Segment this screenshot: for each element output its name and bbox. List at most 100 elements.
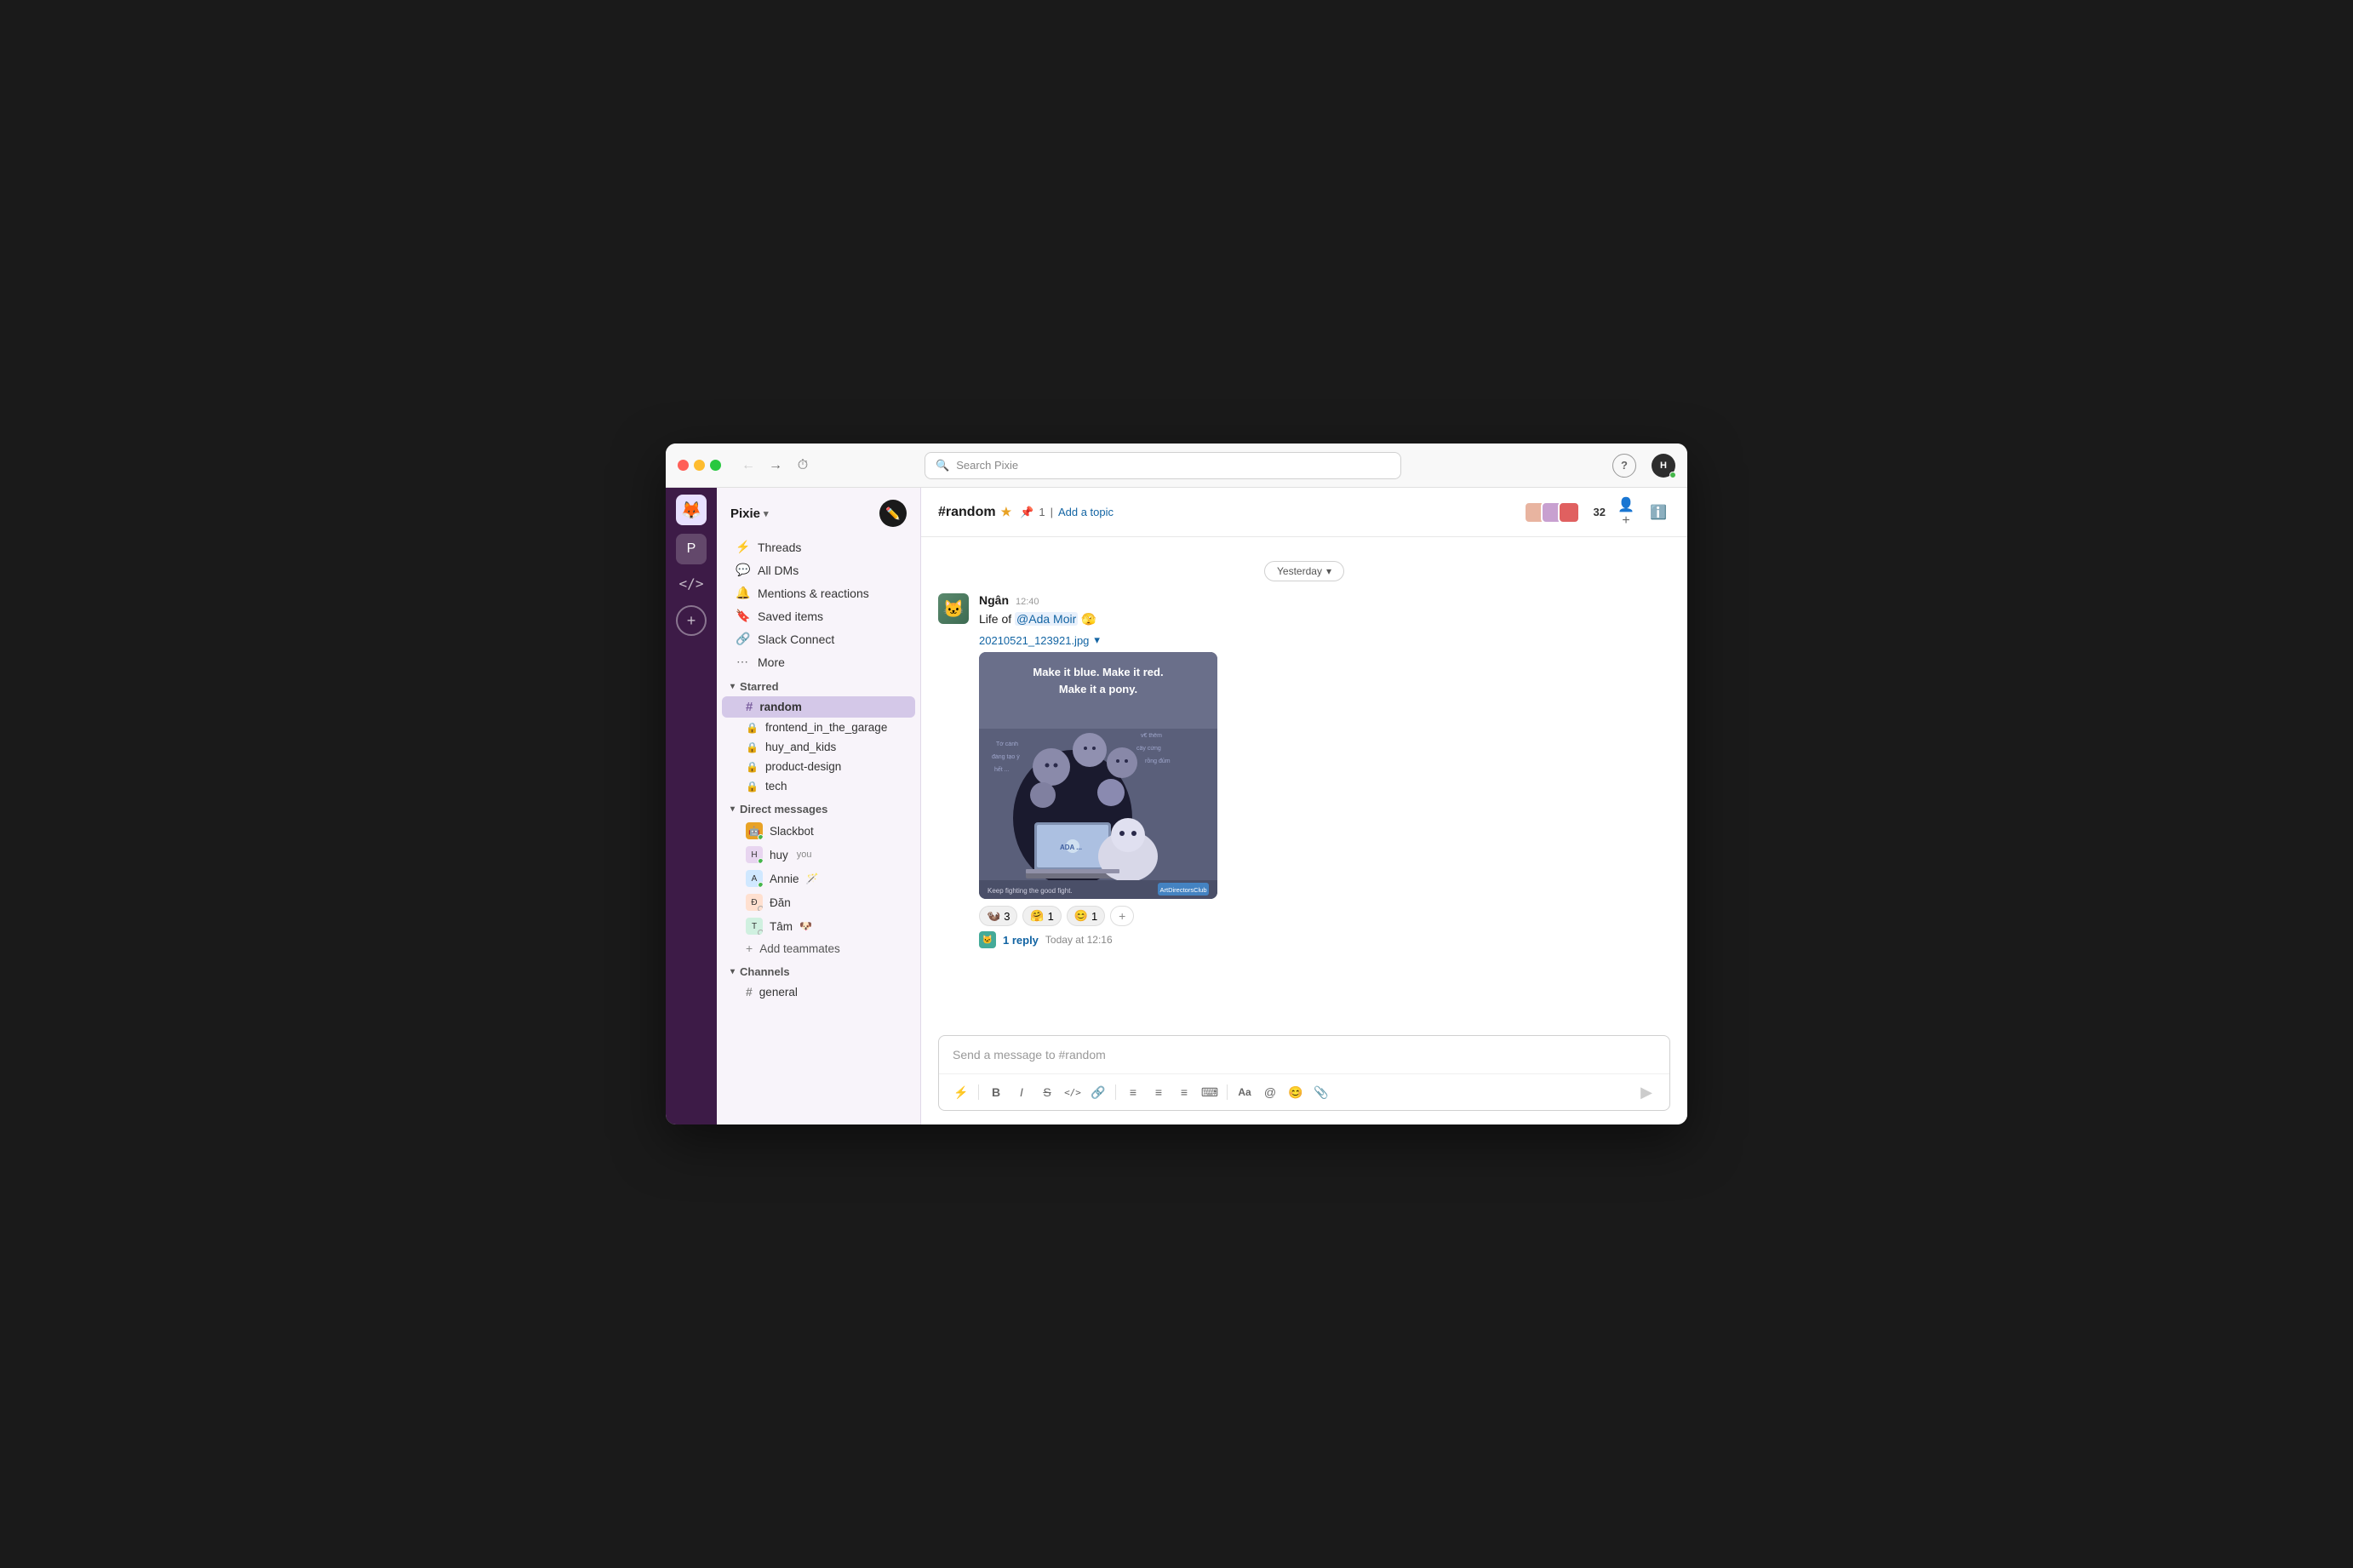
svg-text:v€ thêm: v€ thêm (1141, 733, 1162, 739)
starred-chevron-icon: ▾ (730, 682, 735, 691)
unordered-list-button[interactable]: ≡ (1147, 1080, 1171, 1104)
channel-item-product-design[interactable]: 🔒 product-design (722, 757, 915, 776)
traffic-lights (678, 460, 721, 471)
file-attachment: 20210521_123921.jpg ▾ (979, 633, 1670, 899)
add-workspace-button[interactable]: + (676, 605, 707, 636)
indent-button[interactable]: ≡ (1172, 1080, 1196, 1104)
reaction-smile[interactable]: 😊 1 (1067, 906, 1105, 926)
star-icon[interactable]: ★ (1001, 505, 1012, 519)
reaction-count-2: 1 (1048, 910, 1054, 923)
channel-item-huy-kids[interactable]: 🔒 huy_and_kids (722, 737, 915, 757)
message-input[interactable]: Send a message to #random (939, 1036, 1669, 1073)
back-button[interactable]: ← (736, 454, 760, 478)
italic-button[interactable]: I (1010, 1080, 1033, 1104)
image-preview[interactable]: Make it blue. Make it red. Make it a pon… (979, 652, 1217, 899)
sidebar-item-slack-connect[interactable]: 🔗 Slack Connect (722, 627, 915, 650)
toolbar-divider (978, 1084, 979, 1100)
mention[interactable]: @Ada Moir (1015, 612, 1078, 626)
minimize-button[interactable] (694, 460, 705, 471)
attach-button[interactable]: 📎 (1309, 1080, 1333, 1104)
add-teammates-button[interactable]: + Add teammates (722, 938, 915, 959)
home-icon[interactable]: P (676, 534, 707, 564)
lock-icon: 🔒 (746, 741, 759, 753)
starred-label: Starred (740, 680, 779, 693)
channels-section-header[interactable]: ▾ Channels (717, 959, 920, 981)
dm-annie[interactable]: A Annie 🪄 (722, 867, 915, 890)
search-bar[interactable]: 🔍 Search Pixie (925, 452, 1401, 479)
sidebar-item-threads[interactable]: ⚡ Threads (722, 535, 915, 558)
dm-huy[interactable]: H huy you (722, 843, 915, 867)
message-body: Ngân 12:40 Life of @Ada Moir 🫣 20210521_… (979, 593, 1670, 948)
file-name[interactable]: 20210521_123921.jpg ▾ (979, 633, 1670, 647)
member-count[interactable]: 32 (1594, 506, 1606, 518)
svg-text:Make it blue. Make it red.: Make it blue. Make it red. (1033, 666, 1163, 678)
emoji-button[interactable]: 😊 (1284, 1080, 1308, 1104)
dm-chevron-icon: ▾ (730, 804, 735, 814)
add-member-button[interactable]: 👤+ (1614, 501, 1638, 524)
date-pill[interactable]: Yesterday ▾ (1264, 561, 1344, 581)
dm-section-header[interactable]: ▾ Direct messages (717, 796, 920, 819)
dm-slackbot[interactable]: 🤖 Slackbot (722, 819, 915, 843)
forward-button[interactable]: → (764, 454, 787, 478)
lightning-button[interactable]: ⚡ (949, 1080, 973, 1104)
message-author: Ngân (979, 593, 1009, 607)
code-icon[interactable]: </> (676, 568, 707, 598)
sidebar-item-saved[interactable]: 🔖 Saved items (722, 604, 915, 627)
ordered-list-button[interactable]: ≡ (1121, 1080, 1145, 1104)
close-button[interactable] (678, 460, 689, 471)
dm-tam[interactable]: T Tâm 🐶 (722, 914, 915, 938)
sidebar-header: Pixie ▾ ✏️ (717, 488, 920, 535)
message-text: Life of @Ada Moir 🫣 (979, 610, 1670, 628)
dms-icon: 💬 (736, 563, 749, 577)
text-format-button[interactable]: Aa (1233, 1080, 1257, 1104)
user-avatar[interactable]: H (1652, 454, 1675, 478)
format-button[interactable]: ⌨ (1198, 1080, 1222, 1104)
code-button[interactable]: </> (1061, 1080, 1085, 1104)
dan-avatar: Đ (746, 894, 763, 911)
mention-button[interactable]: @ (1258, 1080, 1282, 1104)
reaction-emoji-2: 🤗 (1030, 909, 1044, 923)
channel-item-frontend[interactable]: 🔒 frontend_in_the_garage (722, 718, 915, 737)
titlebar: ← → ⏱ 🔍 Search Pixie ? H (666, 444, 1687, 488)
help-button[interactable]: ? (1612, 454, 1636, 478)
history-button[interactable]: ⏱ (791, 454, 815, 478)
connect-icon: 🔗 (736, 632, 749, 646)
svg-text:rồng đủm: rồng đủm (1145, 757, 1171, 764)
online-status (758, 858, 763, 863)
sidebar-item-all-dms[interactable]: 💬 All DMs (722, 558, 915, 581)
channel-item-general[interactable]: # general (722, 981, 915, 1002)
reaction-hug[interactable]: 🤗 1 (1022, 906, 1061, 926)
reply-thread[interactable]: 🐱 1 reply Today at 12:16 (979, 931, 1670, 948)
sidebar-item-mentions[interactable]: 🔔 Mentions & reactions (722, 581, 915, 604)
chat-messages[interactable]: Yesterday ▾ 🐱 Ngân 12:40 Life o (921, 537, 1687, 1035)
info-button[interactable]: ℹ️ (1646, 501, 1670, 524)
channel-item-tech[interactable]: 🔒 tech (722, 776, 915, 796)
bold-button[interactable]: B (984, 1080, 1008, 1104)
saved-icon: 🔖 (736, 609, 749, 623)
hash-icon: # (746, 700, 753, 714)
add-topic[interactable]: Add a topic (1058, 506, 1114, 518)
workspace-name[interactable]: Pixie ▾ (730, 506, 769, 521)
at-icon: @ (1264, 1085, 1276, 1099)
starred-section-header[interactable]: ▾ Starred (717, 673, 920, 696)
sidebar-item-more[interactable]: ⋯ More (722, 650, 915, 673)
member-avatars[interactable] (1524, 501, 1580, 524)
toolbar-divider-2 (1115, 1084, 1116, 1100)
send-button[interactable]: ▶ (1634, 1079, 1659, 1105)
link-button[interactable]: 🔗 (1086, 1080, 1110, 1104)
message-time: 12:40 (1016, 597, 1039, 607)
reply-count[interactable]: 1 reply (1003, 934, 1039, 947)
strikethrough-button[interactable]: S (1035, 1080, 1059, 1104)
channel-product-label: product-design (765, 760, 841, 773)
reaction-otter[interactable]: 🦦 3 (979, 906, 1017, 926)
avatar-initials: H (1660, 461, 1667, 471)
workspace-icon[interactable]: 🦊 (676, 495, 707, 525)
channel-random-label: random (759, 701, 802, 713)
maximize-button[interactable] (710, 460, 721, 471)
add-reaction-button[interactable]: + (1110, 906, 1134, 926)
dm-dan[interactable]: Đ Đăn (722, 890, 915, 914)
annie-emoji: 🪄 (806, 873, 819, 884)
edit-button[interactable]: ✏️ (879, 500, 907, 527)
ol-icon: ≡ (1130, 1085, 1136, 1099)
channel-item-random[interactable]: # random (722, 696, 915, 718)
